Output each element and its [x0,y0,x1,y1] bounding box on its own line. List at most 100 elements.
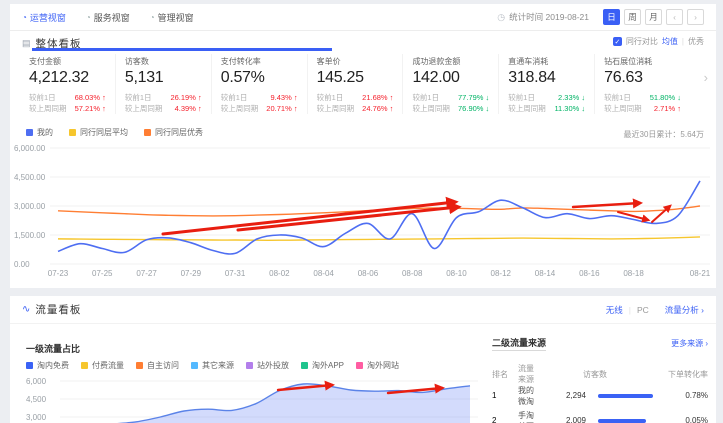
traffic-legend-item[interactable]: 站外投放 [246,360,289,371]
period-button-月[interactable]: 月 [645,9,662,25]
metric-delta-row: 较上周同期57.21% ↑ [29,103,106,114]
x-axis-tick: 08-06 [358,269,379,278]
traffic-legend-item[interactable]: 其它来源 [191,360,234,371]
table-header-row: 排名流量来源访客数下单转化率 [492,365,708,383]
delta-value: 9.43% ↑ [270,92,297,103]
x-axis-tick: 08-21 [690,269,711,278]
traffic-analysis-link[interactable]: 流量分析 › [665,304,704,316]
red-annotation-arrow [652,206,670,222]
traffic-legend-label: 淘内免费 [37,360,69,371]
metric-card[interactable]: 客单价145.25较前1日21.68% ↑较上周同期24.76% ↑ [307,54,403,114]
y-axis-tick: 3,000.00 [14,202,46,211]
metric-delta-row: 较上周同期76.90% ↓ [412,103,489,114]
metric-value: 76.63 [604,69,681,87]
delta-label: 较上周同期 [317,103,355,114]
cumulative-summary: 最近30日累计：5.64万 [624,129,704,140]
cell-conversion: 0.05% [656,416,708,423]
metric-delta-row: 较前1日 77.79% ↓ [412,92,489,103]
metric-delta-row: 较上周同期11.30% ↓ [508,103,585,114]
metric-card[interactable]: 直通车消耗318.84较前1日2.33% ↓较上周同期11.30% ↓ [498,54,594,114]
cell-visitors: 2,009 [534,416,586,423]
delta-value: 57.21% ↑ [75,103,106,114]
metric-card[interactable]: 支付转化率0.57%较前1日9.43% ↑较上周同期20.71% ↑ [211,54,307,114]
x-axis-tick: 07-29 [181,269,202,278]
x-axis-tick: 08-14 [535,269,556,278]
delta-label: 较前1日 [125,92,152,103]
period-button-周[interactable]: 周 [624,9,641,25]
more-metrics-chevron-icon[interactable]: › [704,70,708,85]
nav-tab-icon: ◔ [86,13,91,22]
nav-tab-1[interactable]: ◔运营视窗 [22,11,66,24]
metric-label: 客单价 [317,56,394,67]
y-axis-tick: 6,000.00 [14,144,46,153]
metric-card[interactable]: 支付金额4,212.32较前1日68.03% ↑较上周同期57.21% ↑ [20,54,115,114]
traffic-legend-label: 站外投放 [257,360,289,371]
more-sources-link[interactable]: 更多来源 › [671,338,708,349]
traffic-analysis-label: 流量分析 [665,305,699,315]
device-tab-pc[interactable]: PC [637,305,649,315]
table-row[interactable]: 1我的微淘2,2940.78% [492,383,708,408]
trend-legend-label: 同行同层优秀 [155,127,203,138]
delta-value: 26.19% ↑ [170,92,201,103]
metric-card[interactable]: 访客数5,131较前1日26.19% ↑较上周同期4.39% ↑ [115,54,211,114]
metric-delta-row: 较前1日2.33% ↓ [508,92,585,103]
nav-tab-2[interactable]: ◔服务视窗 [86,11,130,24]
next-date-button[interactable]: › [687,9,704,25]
nav-tab-label: 服务视窗 [94,11,130,24]
date-controls: ◷ 统计时间 2019-08-21 日周月 ‹ › [497,9,704,25]
prev-date-button[interactable]: ‹ [666,9,683,25]
traffic-legend-item[interactable]: 淘外网站 [356,360,399,371]
metric-value: 5,131 [125,69,202,87]
traffic-legend-item[interactable]: 自主访问 [136,360,179,371]
metric-card[interactable]: 成功退款金额142.00较前1日77.79% ↓较上周同期76.90% ↓ [402,54,498,114]
metric-label: 访客数 [125,56,202,67]
traffic-share-title: 一级流量占比 [26,342,80,355]
compare-label: 同行对比 [626,36,658,47]
traffic-title: 流量看板 [35,302,81,317]
delta-value: 24.76% ↑ [362,103,393,114]
traffic-legend-item[interactable]: 淘内免费 [26,360,69,371]
traffic-legend-label: 付费流量 [92,360,124,371]
y-axis-tick: 3,000 [26,413,47,422]
metric-value: 145.25 [317,69,394,87]
x-axis-tick: 07-31 [225,269,246,278]
device-tab-wireless[interactable]: 无线 [606,304,623,316]
visitors-bar [598,394,653,398]
delta-value: 21.68% ↑ [362,92,393,103]
traffic-legend-item[interactable]: 淘外APP [301,360,344,371]
delta-label: 较前1日 [412,92,439,103]
metric-delta-row: 较上周同期2.71% ↑ [604,103,681,114]
table-row[interactable]: 2手淘首页2,0090.05% [492,408,708,423]
compare-option-average[interactable]: 均值 [662,36,678,47]
delta-label: 较前1日 [604,92,631,103]
traffic-legend-item[interactable]: 付费流量 [81,360,124,371]
x-axis-tick: 08-16 [579,269,600,278]
delta-value: 51.80% ↓ [650,92,681,103]
delta-label: 较前1日 [508,92,535,103]
traffic-legend-label: 淘外网站 [367,360,399,371]
compare-checkbox[interactable]: ✓ [613,37,622,46]
period-button-日[interactable]: 日 [603,9,620,25]
metric-delta-row: 较前1日 51.80% ↓ [604,92,681,103]
traffic-panel: ∿ 流量看板 无线 | PC 流量分析 › 一级流量占比 淘内免费付费流量自主访… [10,296,716,423]
metric-card[interactable]: 钻石展位消耗76.63较前1日51.80% ↓较上周同期2.71% ↑ [594,54,690,114]
y-axis-tick: 1,500.00 [14,231,46,240]
delta-value: 77.79% ↓ [458,92,489,103]
delta-value: 76.90% ↓ [458,103,489,114]
traffic-legend: 淘内免费 付费流量 自主访问 其它来源 站外投放 淘外APP 淘外网站 [26,360,399,371]
metric-value: 4,212.32 [29,69,106,87]
header-visitors: 访客数 [534,369,656,380]
y-axis-tick: 0.00 [14,260,30,269]
stat-time-text: 统计时间 2019-08-21 [509,11,589,23]
visitors-bar [598,419,646,423]
traffic-legend-swatch [246,362,253,369]
trend-legend-item[interactable]: 同行同层平均 [69,127,128,138]
nav-tab-3[interactable]: ◔管理视窗 [150,11,194,24]
nav-tabs: ◔运营视窗 ◔服务视窗 ◔管理视窗 [22,11,214,24]
trend-legend-item[interactable]: 我的 [26,127,53,138]
trend-legend-item[interactable]: 同行同层优秀 [144,127,203,138]
delta-value: 11.30% ↓ [554,103,585,114]
trend-legend-label: 我的 [37,127,53,138]
compare-option-excellent[interactable]: 优秀 [688,36,704,47]
board-icon: ▤ [22,38,31,49]
